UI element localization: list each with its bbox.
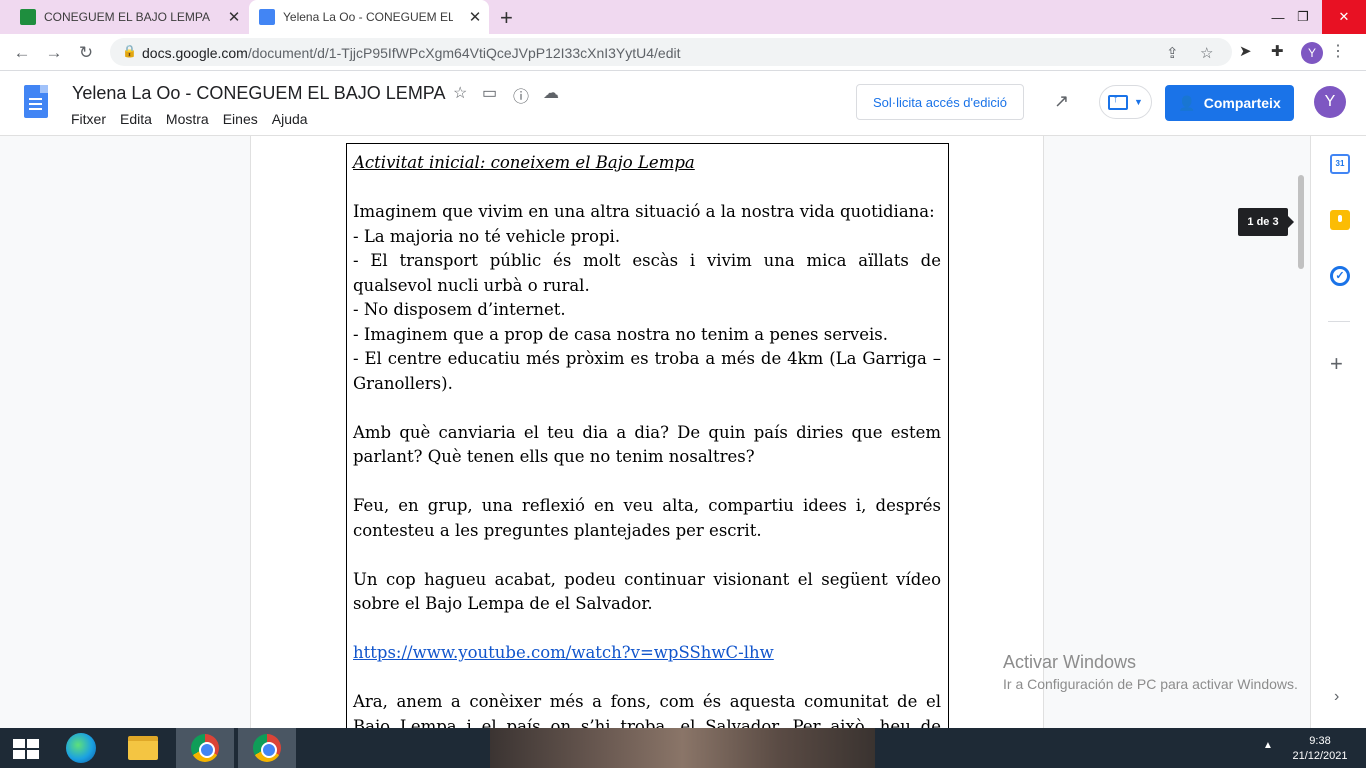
browser-tab-coneguem[interactable]: CONEGUEM EL BAJO LEMPA ✕ (8, 0, 248, 34)
tab-title: CONEGUEM EL BAJO LEMPA (44, 10, 211, 24)
back-icon[interactable]: ← (10, 41, 34, 65)
taskbar-edge[interactable] (52, 728, 110, 768)
share-button[interactable]: 👤 Comparteix (1165, 85, 1294, 121)
present-icon (1108, 93, 1129, 110)
share-label: Comparteix (1203, 95, 1281, 111)
close-window-icon[interactable]: ✕ (1322, 0, 1366, 34)
activity-heading: Activitat inicial: coneixem el Bajo Lemp… (353, 153, 695, 172)
windows-start-icon[interactable] (13, 739, 39, 759)
side-panel: 31 ✓ + › (1310, 136, 1366, 728)
move-folder-icon[interactable]: ▭ (482, 83, 497, 103)
present-button[interactable]: ▼ (1099, 85, 1152, 119)
account-avatar[interactable]: Y (1314, 86, 1346, 118)
docs-favicon-icon (259, 9, 275, 25)
calendar-icon[interactable]: 31 (1330, 154, 1350, 174)
tab-title: Yelena La Oo - CONEGUEM EL BA (283, 10, 453, 24)
cloud-status-icon[interactable]: ☁ (543, 83, 559, 103)
clock-date: 21/12/2021 (1292, 750, 1348, 762)
add-addon-icon[interactable]: + (1330, 351, 1343, 377)
chrome-profile-icon (253, 734, 281, 762)
menu-eines[interactable]: Eines (223, 111, 258, 127)
url-host: docs.google.com (142, 45, 248, 61)
profile-avatar[interactable]: Y (1301, 42, 1323, 64)
instruction-paragraph: Feu, en grup, una reflexió en veu alta, … (353, 496, 941, 540)
taskbar-chrome-1[interactable] (176, 728, 234, 768)
menu-bar: Fitxer Edita Mostra Eines Ajuda (71, 111, 322, 127)
watermark-title: Activar Windows (1003, 652, 1137, 672)
tasks-icon[interactable]: ✓ (1330, 266, 1350, 286)
browser-toolbar: ← → ↻ 🔒 docs.google.com/document/d/1-Tjj… (0, 34, 1366, 71)
menu-fitxer[interactable]: Fitxer (71, 111, 106, 127)
document-title[interactable]: Yelena La Oo - CONEGUEM EL BAJO LEMPA (72, 83, 445, 104)
page-indicator-badge: 1 de 3 (1238, 208, 1294, 236)
intro-paragraph: Imaginem que vivim en una altra situació… (353, 202, 935, 221)
reload-icon[interactable]: ↻ (74, 41, 98, 65)
close-tab-icon[interactable]: ✕ (467, 8, 483, 26)
classroom-favicon-icon (20, 9, 36, 25)
docs-header: Yelena La Oo - CONEGUEM EL BAJO LEMPA ☆ … (0, 71, 1366, 136)
docs-logo-icon[interactable] (24, 85, 48, 118)
bullet-item: - La majoria no té vehicle propi. (353, 226, 621, 246)
share-page-icon[interactable]: ⇪ (1166, 44, 1179, 62)
activity-text-box[interactable]: Activitat inicial: coneixem el Bajo Lemp… (346, 143, 949, 728)
request-edit-access-button[interactable]: Sol·licita accés d'edició (856, 84, 1024, 120)
menu-mostra[interactable]: Mostra (166, 111, 209, 127)
extension-cursor-icon[interactable]: ➤ (1239, 42, 1252, 60)
chevron-down-icon: ▼ (1134, 97, 1143, 107)
youtube-video-link[interactable]: https://www.youtube.com/watch?v=wpSShwC-… (353, 643, 774, 662)
address-bar[interactable]: 🔒 docs.google.com/document/d/1-TjjcP95If… (110, 38, 1232, 66)
document-page: Activitat inicial: coneixem el Bajo Lemp… (250, 136, 1044, 728)
windows-taskbar: ▲ 9:38 21/12/2021 (0, 728, 1366, 768)
tab-strip: CONEGUEM EL BAJO LEMPA ✕ Yelena La Oo - … (0, 0, 1366, 34)
video-intro-paragraph: Un cop hagueu acabat, podeu continuar vi… (353, 569, 941, 614)
restore-icon[interactable]: ❐ (1281, 0, 1325, 34)
question-paragraph: Amb què canviaria el teu dia a dia? De q… (353, 422, 941, 467)
bullet-item: - No disposem d’internet. (353, 300, 566, 319)
folder-icon (128, 736, 158, 760)
browser-menu-icon[interactable]: ⋮ (1330, 41, 1346, 61)
lock-icon: 🔒 (122, 44, 137, 58)
vertical-scrollbar[interactable] (1298, 175, 1304, 269)
chrome-icon (191, 734, 219, 762)
taskbar-file-explorer[interactable] (114, 728, 172, 768)
new-tab-icon[interactable]: + (500, 5, 520, 31)
clock-time: 9:38 (1309, 735, 1331, 747)
close-tab-icon[interactable]: ✕ (226, 8, 242, 26)
tray-chevron-up-icon[interactable]: ▲ (1263, 740, 1273, 751)
document-canvas: Activitat inicial: coneixem el Bajo Lemp… (0, 136, 1310, 728)
menu-edita[interactable]: Edita (120, 111, 152, 127)
browser-tab-document[interactable]: Yelena La Oo - CONEGUEM EL BA ✕ (249, 0, 489, 34)
system-clock[interactable]: 9:38 21/12/2021 (1285, 734, 1355, 764)
activity-trend-icon[interactable]: ↗ (1054, 91, 1069, 112)
side-panel-divider (1328, 321, 1350, 322)
menu-ajuda[interactable]: Ajuda (272, 111, 308, 127)
closing-paragraph: Ara, anem a conèixer més a fons, com és … (353, 692, 941, 728)
taskbar-chrome-2[interactable] (238, 728, 296, 768)
url-text: docs.google.com/document/d/1-TjjcP95IfWP… (142, 45, 681, 61)
bullet-item: - El centre educatiu més pròxim es troba… (353, 349, 941, 393)
edge-icon (66, 733, 96, 763)
watermark-subtitle: Ir a Configuración de PC para activar Wi… (1003, 676, 1298, 692)
taskbar-background-photo (490, 728, 875, 768)
bookmark-star-icon[interactable]: ☆ (1200, 44, 1213, 62)
extensions-puzzle-icon[interactable]: ✚ (1271, 42, 1284, 60)
forward-icon[interactable]: → (42, 41, 66, 65)
chevron-right-icon[interactable]: › (1334, 688, 1339, 706)
star-icon[interactable]: ☆ (453, 83, 467, 103)
url-path: /document/d/1-TjjcP95IfWPcXgm64VtiQceJVp… (247, 45, 681, 61)
activate-windows-watermark: Activar Windows Ir a Configuración de PC… (1003, 652, 1298, 692)
keep-icon[interactable] (1330, 210, 1350, 230)
add-person-icon: 👤 (1178, 94, 1196, 111)
bullet-item: - El transport públic és molt escàs i vi… (353, 251, 941, 295)
info-icon[interactable]: ⓘ (513, 83, 529, 107)
bullet-item: - Imaginem que a prop de casa nostra no … (353, 324, 888, 344)
